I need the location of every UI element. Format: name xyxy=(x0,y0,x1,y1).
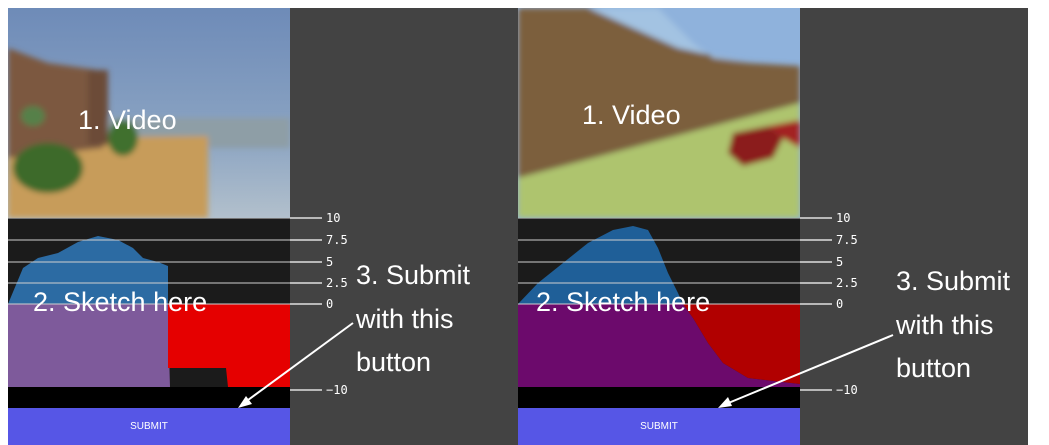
annotation-submit-2: with this xyxy=(896,310,994,340)
annotation-sketch: 2. Sketch here xyxy=(536,287,711,317)
annotation-video: 1. Video xyxy=(78,105,177,135)
sketch-panel-left: SUBMIT 10 7.5 5 2.5 0 −10 1. Video 2. Sk… xyxy=(8,8,518,445)
annotation-submit-3: button xyxy=(356,347,432,377)
annotation-submit-3: button xyxy=(896,353,972,383)
submit-button[interactable]: SUBMIT xyxy=(8,408,290,445)
annotation-video: 1. Video xyxy=(582,100,681,130)
sketch-bottom-bar xyxy=(518,387,800,408)
side-area xyxy=(290,8,518,445)
annotation-sketch: 2. Sketch here xyxy=(33,287,208,317)
annotation-submit-1: 3. Submit xyxy=(356,260,471,290)
annotation-submit-1: 3. Submit xyxy=(896,266,1011,296)
sketch-panel-right: SUBMIT 10 7.5 5 2.5 0 −10 1. Video 2. Sk… xyxy=(518,8,1028,445)
sketch-bottom-bar xyxy=(8,387,290,408)
submit-button[interactable]: SUBMIT xyxy=(518,408,800,445)
annotation-submit-2: with this xyxy=(356,304,454,334)
